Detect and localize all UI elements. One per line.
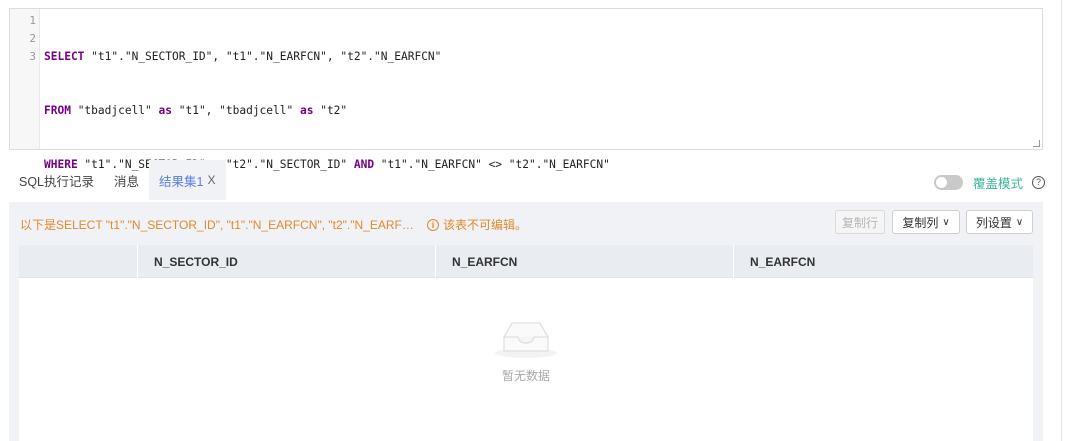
keyword-as: as <box>158 104 172 117</box>
keyword-select: SELECT <box>44 50 85 63</box>
code-line-2: FROM "tbadjcell" as "t1", "tbadjcell" as… <box>44 102 610 120</box>
tab-label: 结果集1 <box>159 174 204 189</box>
keyword-as: as <box>299 104 314 117</box>
row-index-header <box>19 245 138 278</box>
overlay-mode-control: 覆盖模式 ? <box>934 173 1046 192</box>
line-number: 2 <box>29 32 36 45</box>
code-text: "t1"."N_SECTOR_ID", "t1"."N_EARFCN", "t2… <box>84 50 442 63</box>
button-label: 复制行 <box>842 215 879 230</box>
column-header[interactable]: N_EARFCN <box>734 245 1031 278</box>
column-header[interactable]: N_EARFCN <box>436 245 734 278</box>
copy-column-button[interactable]: 复制列 ∨ <box>892 210 960 234</box>
keyword-and: AND <box>353 158 375 171</box>
toggle-knob <box>936 177 947 188</box>
empty-text: 暂无数据 <box>501 369 550 383</box>
close-icon[interactable]: X <box>207 173 215 187</box>
readonly-warning-text: 该表不可编辑。 <box>443 218 528 232</box>
resize-handle[interactable] <box>1033 140 1040 147</box>
info-icon: i <box>427 218 439 231</box>
right-border <box>1061 0 1062 441</box>
query-notice: 以下是SELECT "t1"."N_SECTOR_ID", "t1"."N_EA… <box>20 218 414 232</box>
empty-state: 暂无数据 <box>19 317 1033 384</box>
button-label: 复制列 <box>902 215 939 230</box>
tab-result-set-1[interactable]: 结果集1 X <box>149 160 226 200</box>
readonly-warning: i 该表不可编辑。 <box>427 216 527 233</box>
column-header[interactable]: N_SECTOR_ID <box>138 245 436 278</box>
code-text: "t1", "tbadjcell" <box>172 104 300 117</box>
button-label: 列设置 <box>975 215 1012 230</box>
overlay-mode-toggle[interactable] <box>934 175 963 190</box>
sql-editor[interactable]: 1 2 3 SELECT "t1"."N_SECTOR_ID", "t1"."N… <box>9 8 1043 171</box>
result-panel: 以下是SELECT "t1"."N_SECTOR_ID", "t1"."N_EA… <box>9 202 1043 441</box>
line-number: 1 <box>29 14 36 27</box>
chevron-down-icon: ∨ <box>1015 216 1024 228</box>
line-number-gutter: 1 2 3 <box>10 9 40 149</box>
help-icon[interactable]: ? <box>1032 176 1046 189</box>
empty-inbox-icon <box>495 322 557 358</box>
tab-label: SQL执行记录 <box>19 174 95 189</box>
tab-sql-history[interactable]: SQL执行记录 <box>9 160 104 200</box>
tab-messages[interactable]: 消息 <box>104 160 149 200</box>
keyword-from: FROM <box>44 104 71 117</box>
column-settings-button[interactable]: 列设置 ∨ <box>966 210 1033 234</box>
tab-label: 消息 <box>114 174 140 189</box>
code-line-1: SELECT "t1"."N_SECTOR_ID", "t1"."N_EARFC… <box>44 48 610 66</box>
code-text: "tbadjcell" <box>70 104 159 117</box>
chevron-down-icon: ∨ <box>942 216 950 228</box>
copy-row-button[interactable]: 复制行 <box>835 210 885 234</box>
result-grid: N_SECTOR_ID N_EARFCN N_EARFCN 暂无数据 <box>19 245 1033 441</box>
line-number: 3 <box>29 50 36 63</box>
overlay-mode-label: 覆盖模式 <box>973 177 1024 191</box>
code-text: "t2" <box>313 104 348 117</box>
code-text: "t1"."N_EARFCN" <> "t2"."N_EARFCN" <box>374 158 610 171</box>
result-tabs: SQL执行记录 消息 结果集1 X <box>9 160 226 202</box>
grid-header: N_SECTOR_ID N_EARFCN N_EARFCN <box>19 245 1033 278</box>
